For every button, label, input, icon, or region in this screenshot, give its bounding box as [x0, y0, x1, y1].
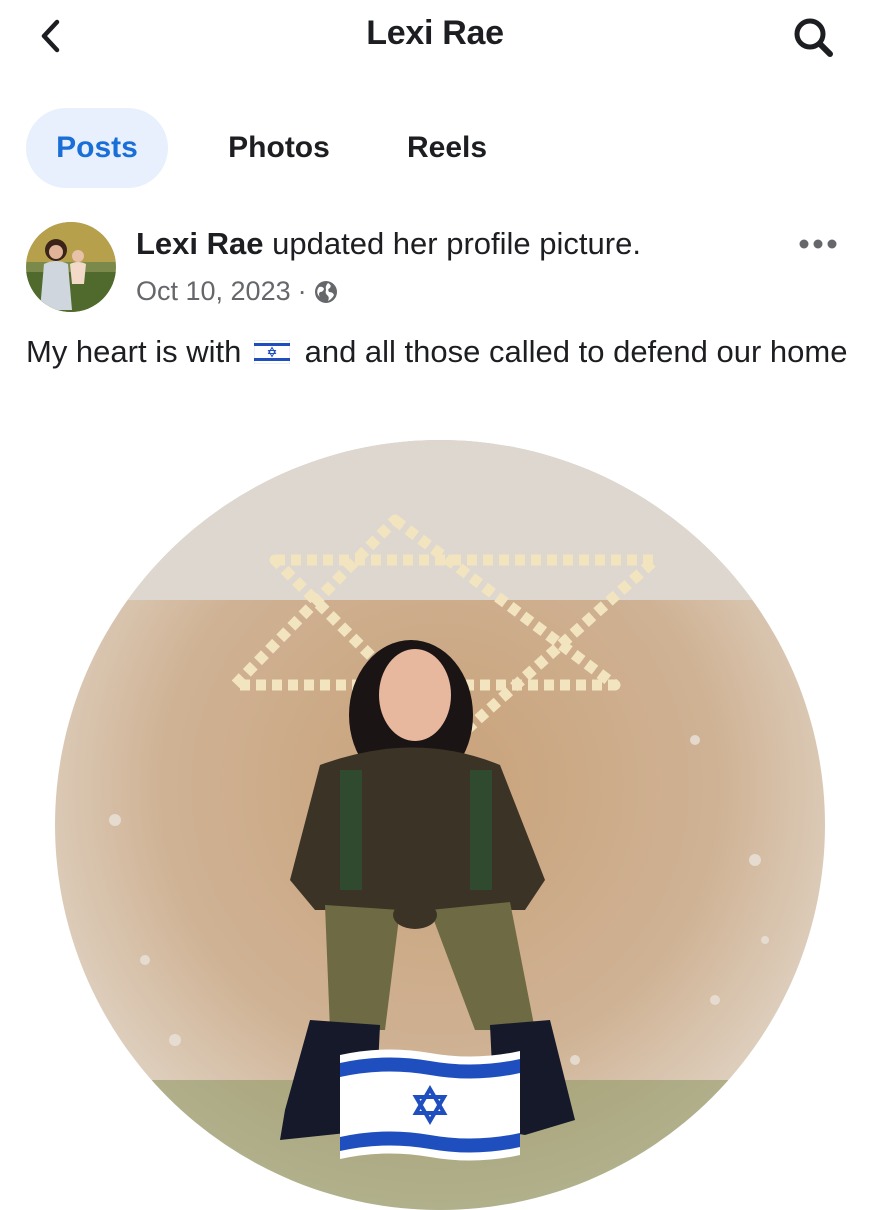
avatar-image [26, 222, 116, 312]
post-text: My heart is with and all those called to… [26, 332, 856, 372]
post-author-name[interactable]: Lexi Rae [136, 226, 264, 261]
tab-photos[interactable]: Photos [204, 108, 354, 188]
post-date[interactable]: Oct 10, 2023 [136, 276, 291, 307]
post-header: Lexi Rae updated her profile picture. Oc… [26, 222, 846, 314]
post-action-text: updated her profile picture. [272, 226, 641, 261]
post-meta: Oct 10, 2023 · [136, 276, 338, 307]
israel-flag-icon [253, 340, 290, 364]
post-text-part-2: and all those called to defend our home [304, 334, 848, 369]
search-icon [794, 18, 833, 57]
page-title: Lexi Rae [366, 14, 504, 52]
more-options-button[interactable] [796, 232, 840, 256]
tab-posts[interactable]: Posts [26, 108, 168, 188]
tab-reels[interactable]: Reels [392, 108, 502, 188]
top-bar: Lexi Rae [0, 0, 870, 70]
globe-icon [314, 280, 337, 303]
post-text-part-1: My heart is with [26, 334, 242, 369]
search-button[interactable] [788, 12, 840, 64]
profile-photo-image [55, 440, 825, 1210]
meta-separator: · [297, 276, 307, 306]
profile-photo[interactable] [55, 440, 825, 1210]
more-horizontal-icon [799, 239, 837, 249]
avatar[interactable] [26, 222, 116, 312]
post-author-line: Lexi Rae updated her profile picture. [136, 226, 641, 262]
